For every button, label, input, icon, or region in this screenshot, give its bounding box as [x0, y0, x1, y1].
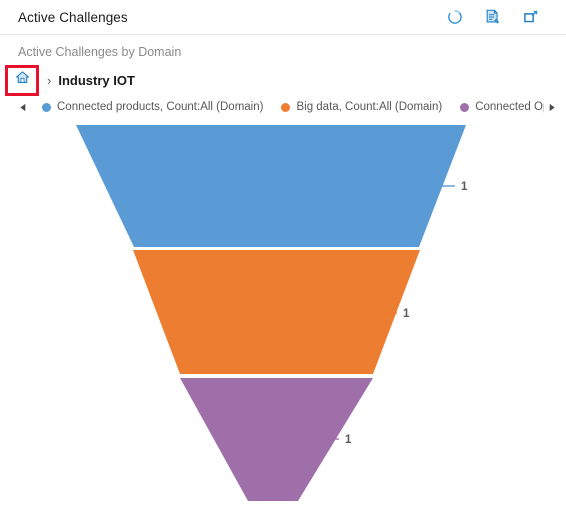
legend-next-button[interactable] — [544, 103, 558, 112]
legend-label: Big data, Count:All (Domain) — [296, 101, 443, 113]
panel-header: Active Challenges — [0, 0, 566, 35]
funnel-value-label-3: 1 — [345, 434, 352, 446]
legend-swatch-icon — [460, 102, 470, 112]
funnel-value-label-2: 1 — [403, 308, 410, 320]
page-title: Active Challenges — [18, 9, 128, 25]
chart-header-block: Active Challenges by Domain › Industry I… — [0, 35, 566, 96]
legend-swatch-icon — [281, 102, 291, 112]
funnel-chart-svg: 1 1 1 — [76, 125, 468, 501]
breadcrumb: › Industry IOT — [4, 64, 566, 96]
chart-legend: Connected products, Count:All (Domain) B… — [0, 97, 566, 117]
legend-item-connected-products[interactable]: Connected products, Count:All (Domain) — [42, 101, 263, 113]
legend-swatch-icon — [42, 102, 51, 112]
funnel-segment-2[interactable] — [133, 250, 420, 374]
legend-prev-button[interactable] — [16, 103, 30, 112]
header-actions — [446, 8, 552, 26]
refresh-icon[interactable] — [446, 8, 464, 26]
home-icon — [14, 69, 31, 91]
breadcrumb-current: Industry IOT — [58, 72, 135, 88]
legend-item-connected-operations[interactable]: Connected Opera — [460, 101, 544, 113]
legend-items: Connected products, Count:All (Domain) B… — [42, 101, 544, 113]
chevron-right-icon: › — [47, 72, 52, 88]
legend-item-big-data[interactable]: Big data, Count:All (Domain) — [281, 101, 442, 113]
popout-icon[interactable] — [522, 8, 540, 26]
breadcrumb-home-button[interactable] — [5, 64, 39, 96]
funnel-value-label-1: 1 — [461, 181, 468, 193]
funnel-chart: 1 1 1 — [0, 117, 566, 517]
chart-title: Active Challenges by Domain — [18, 45, 182, 59]
export-report-icon[interactable] — [484, 8, 502, 26]
legend-label: Connected Opera — [475, 101, 544, 113]
funnel-segment-1[interactable] — [76, 125, 466, 247]
legend-label: Connected products, Count:All (Domain) — [57, 101, 264, 113]
